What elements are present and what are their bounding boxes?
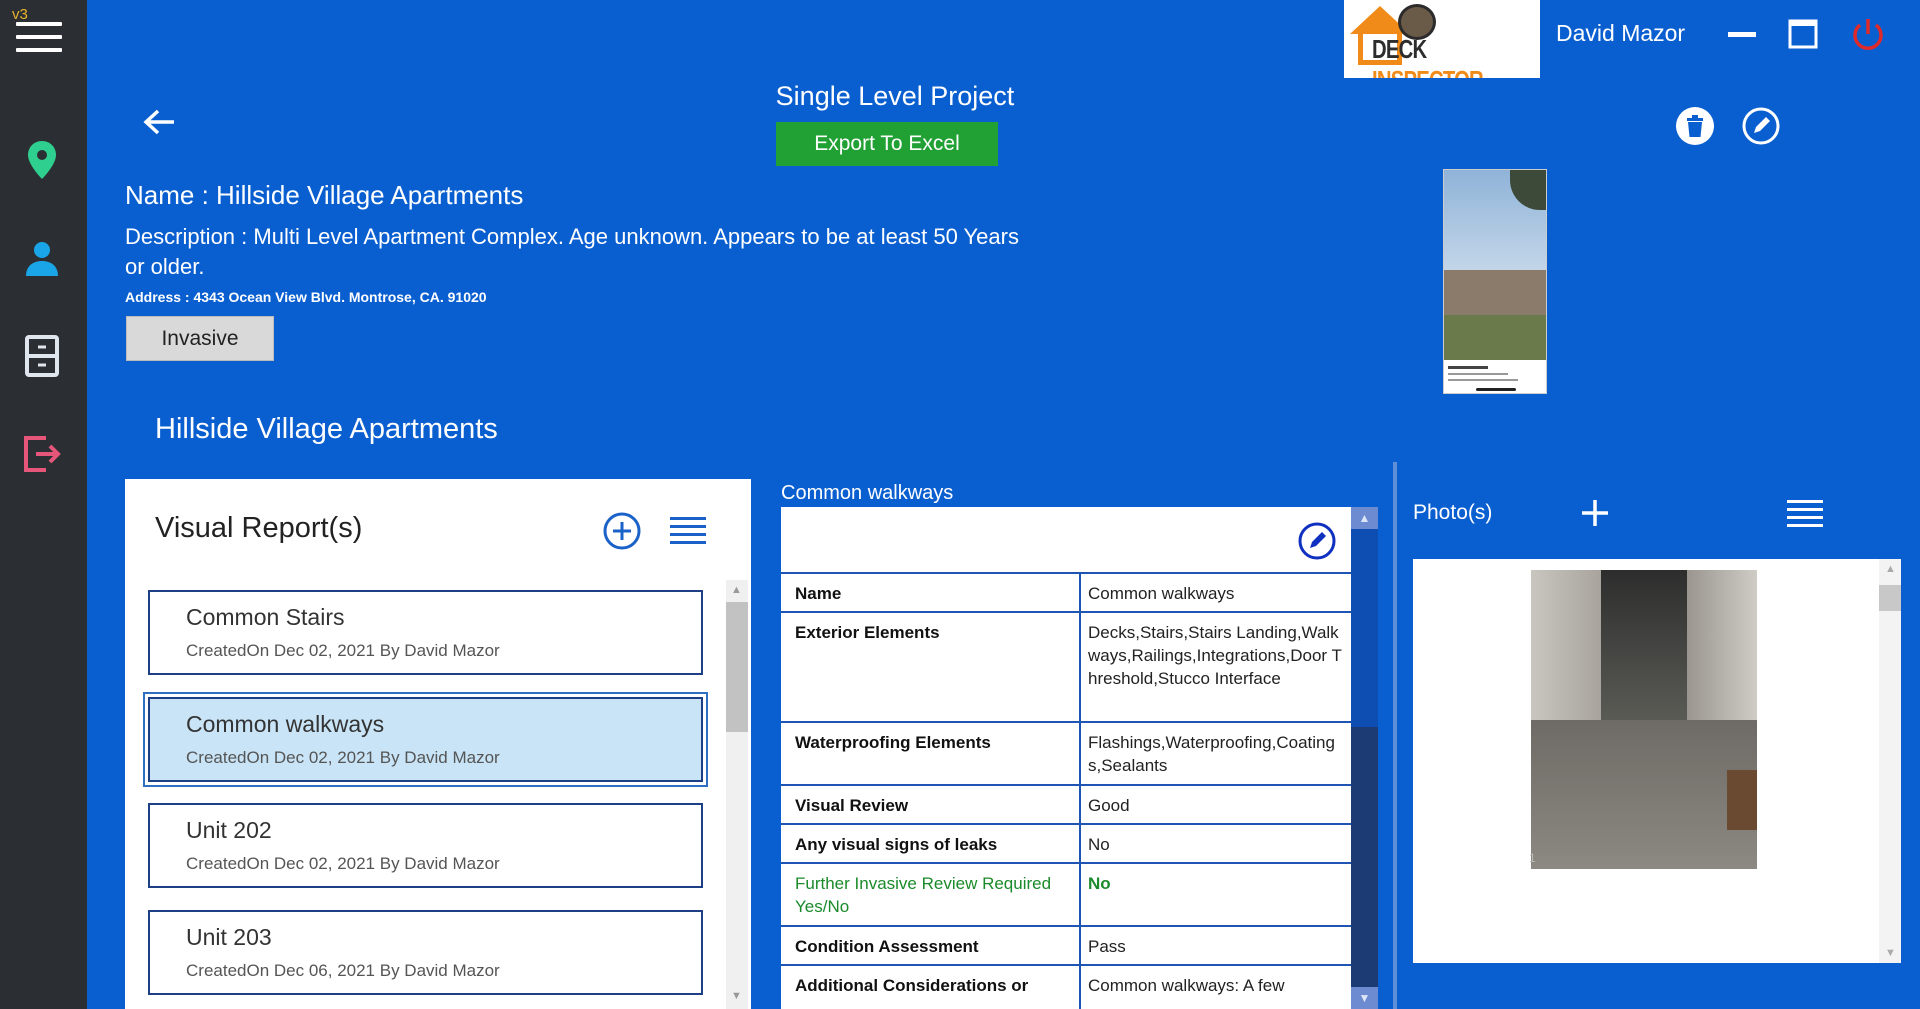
detail-key: Exterior Elements — [781, 613, 1081, 721]
report-details-panel: Name Common walkways Exterior Elements D… — [781, 507, 1351, 1009]
project-description: Description : Multi Level Apartment Comp… — [125, 224, 1019, 279]
detail-key: Any visual signs of leaks — [781, 825, 1081, 862]
hamburger-menu-icon[interactable] — [16, 22, 62, 56]
detail-key: Name — [781, 574, 1081, 611]
invasive-button[interactable]: Invasive — [126, 316, 274, 361]
project-title: Single Level Project — [775, 81, 1015, 111]
photos-panel: 1 ▲ ▼ — [1413, 559, 1901, 963]
minimize-icon[interactable] — [1722, 14, 1762, 54]
user-name: David Mazor — [1556, 20, 1686, 46]
report-details-title: Common walkways — [781, 482, 954, 504]
detail-row-name: Name Common walkways — [781, 572, 1351, 611]
detail-value: No — [1088, 835, 1110, 854]
version-label: v3 — [12, 6, 28, 23]
report-title: Common Stairs — [186, 604, 345, 630]
detail-value: No — [1088, 874, 1111, 893]
section-title: Hillside Village Apartments — [155, 413, 498, 445]
detail-value: Common walkways: A few — [1088, 976, 1285, 995]
cabinet-icon[interactable] — [20, 334, 64, 378]
export-to-excel-button[interactable]: Export To Excel — [776, 122, 998, 166]
project-thumbnail-image[interactable] — [1443, 169, 1547, 394]
maximize-icon[interactable] — [1783, 14, 1823, 54]
reports-scrollbar[interactable]: ▲ ▼ — [726, 580, 748, 1009]
report-card-unit-203[interactable]: Unit 203 CreatedOn Dec 06, 2021 By David… — [148, 910, 703, 995]
edit-project-icon[interactable] — [1741, 106, 1781, 146]
report-meta: CreatedOn Dec 02, 2021 By David Mazor — [186, 854, 500, 873]
detail-value: Flashings,Waterproofing,Coatings,Sealant… — [1088, 733, 1335, 775]
detail-key: Visual Review — [781, 786, 1081, 823]
photo-index-label: 1 — [1529, 851, 1536, 865]
detail-row-condition-assessment: Condition Assessment Pass — [781, 925, 1351, 964]
person-icon[interactable] — [20, 236, 64, 280]
report-meta: CreatedOn Dec 02, 2021 By David Mazor — [186, 748, 500, 767]
detail-row-visual-review: Visual Review Good — [781, 784, 1351, 823]
detail-row-further-invasive-review: Further Invasive Review Required Yes/No … — [781, 862, 1351, 925]
report-card-common-stairs[interactable]: Common Stairs CreatedOn Dec 02, 2021 By … — [148, 590, 703, 675]
detail-row-waterproofing-elements: Waterproofing Elements Flashings,Waterpr… — [781, 721, 1351, 784]
report-card-common-walkways[interactable]: Common walkways CreatedOn Dec 02, 2021 B… — [143, 692, 708, 787]
report-meta: CreatedOn Dec 06, 2021 By David Mazor — [186, 961, 500, 980]
report-card-unit-202[interactable]: Unit 202 CreatedOn Dec 02, 2021 By David… — [148, 803, 703, 888]
visual-reports-panel: Visual Report(s) Common Stairs CreatedOn… — [125, 479, 751, 1009]
detail-value: Common walkways — [1088, 584, 1235, 603]
detail-key: Further Invasive Review Required Yes/No — [781, 864, 1081, 925]
panel-divider — [1393, 462, 1397, 1009]
walkway-photo[interactable] — [1531, 570, 1757, 869]
report-title: Unit 202 — [186, 817, 272, 843]
logout-icon[interactable] — [20, 432, 64, 476]
back-arrow-icon[interactable] — [140, 104, 180, 140]
location-pin-icon[interactable] — [20, 137, 64, 181]
detail-value: Decks,Stairs,Stairs Landing,Walkways,Rai… — [1088, 623, 1342, 688]
photos-title: Photo(s) — [1413, 501, 1493, 524]
list-view-icon[interactable] — [670, 515, 706, 545]
detail-row-exterior-elements: Exterior Elements Decks,Stairs,Stairs La… — [781, 611, 1351, 721]
detail-key: Condition Assessment — [781, 927, 1081, 964]
visual-reports-title: Visual Report(s) — [155, 512, 363, 544]
project-address: Address : 4343 Ocean View Blvd. Montrose… — [125, 289, 487, 305]
edit-report-icon[interactable] — [1297, 521, 1337, 561]
project-name: Name : Hillside Village Apartments — [125, 180, 524, 210]
photo-list-view-icon[interactable] — [1787, 498, 1823, 528]
photos-scrollbar[interactable]: ▲ ▼ — [1879, 559, 1901, 963]
add-report-icon[interactable] — [602, 511, 642, 551]
power-icon[interactable] — [1848, 14, 1888, 54]
report-meta: CreatedOn Dec 02, 2021 By David Mazor — [186, 641, 500, 660]
detail-row-visual-signs-of-leaks: Any visual signs of leaks No — [781, 823, 1351, 862]
left-nav-rail: v3 — [0, 0, 87, 1009]
deck-inspector-logo: DECK INSPECTOR — [1344, 0, 1540, 78]
delete-icon[interactable] — [1675, 106, 1715, 146]
report-title: Unit 203 — [186, 924, 272, 950]
detail-key: Additional Considerations or — [781, 966, 1081, 1009]
detail-key: Waterproofing Elements — [781, 723, 1081, 784]
add-photo-icon[interactable] — [1578, 496, 1612, 530]
detail-value: Good — [1088, 796, 1130, 815]
details-scrollbar[interactable]: ▲ ▼ — [1351, 507, 1378, 1009]
detail-value: Pass — [1088, 937, 1126, 956]
report-title: Common walkways — [186, 711, 385, 737]
detail-row-additional-considerations: Additional Considerations or Common walk… — [781, 964, 1351, 1009]
